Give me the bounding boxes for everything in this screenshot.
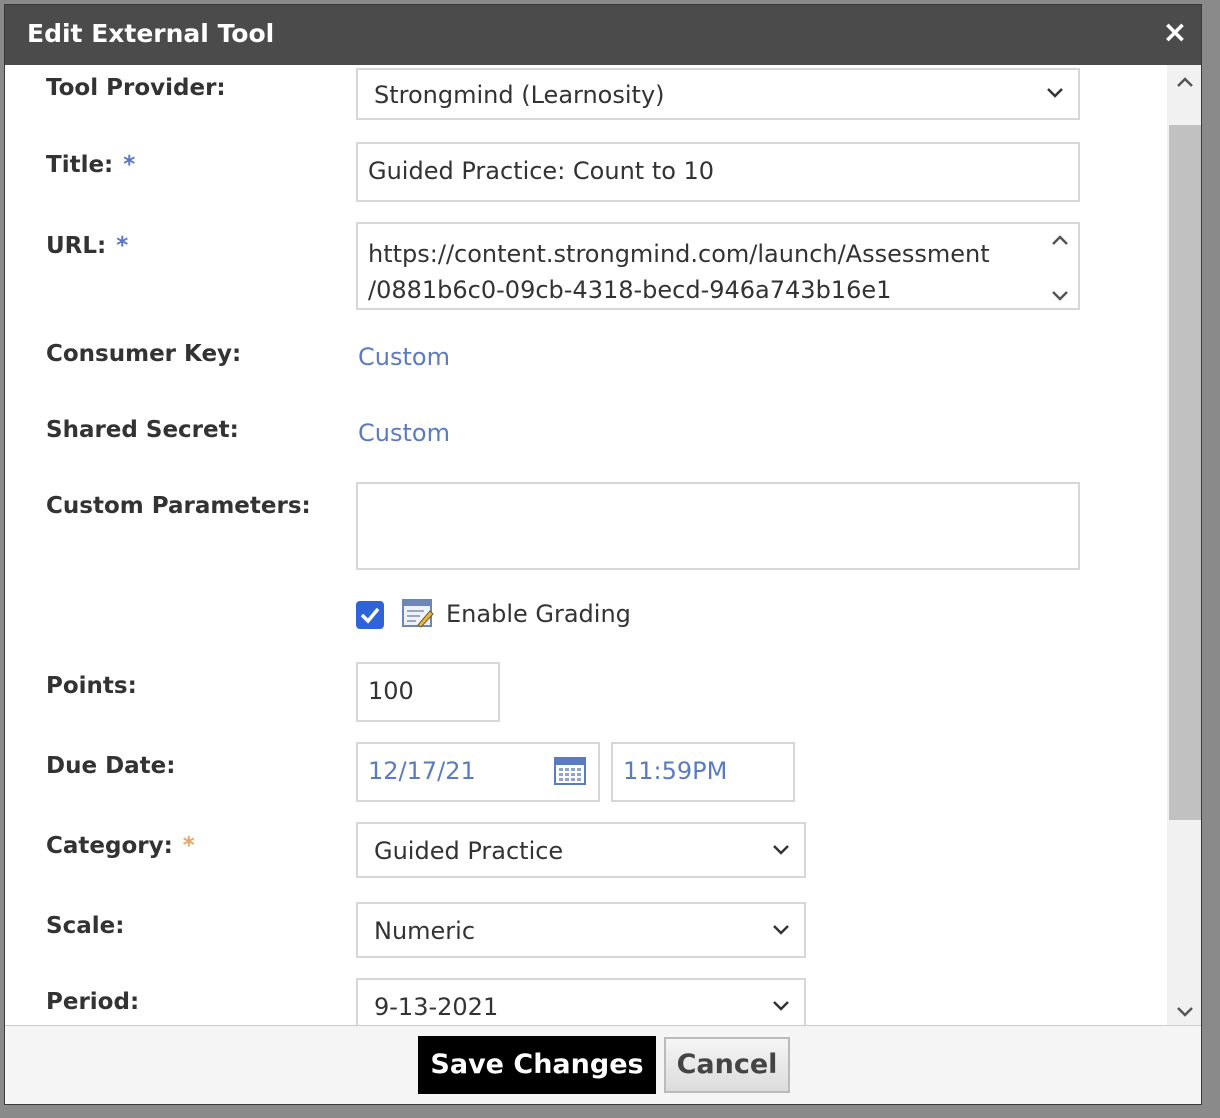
chevron-down-icon	[773, 925, 789, 935]
category-value: Guided Practice	[374, 837, 564, 865]
points-value: 100	[368, 677, 414, 705]
edit-external-tool-dialog: Edit External Tool × Tool Provider: Stro…	[4, 4, 1202, 1105]
scale-select[interactable]: Numeric	[356, 902, 806, 958]
custom-parameters-label: Custom Parameters:	[46, 493, 311, 519]
due-date-label: Due Date:	[46, 753, 176, 779]
due-time-input[interactable]: 11:59PM	[611, 742, 795, 802]
period-label: Period:	[46, 989, 140, 1015]
close-icon[interactable]: ×	[1157, 15, 1193, 51]
dialog-titlebar: Edit External Tool ×	[5, 5, 1201, 65]
enable-grading-checkbox[interactable]	[356, 601, 384, 629]
tool-provider-select[interactable]: Strongmind (Learnosity)	[356, 68, 1080, 120]
calendar-icon[interactable]	[554, 756, 586, 786]
checkmark-icon	[360, 607, 380, 624]
required-mark: *	[123, 152, 136, 178]
scale-label: Scale:	[46, 913, 125, 939]
save-changes-button[interactable]: Save Changes	[418, 1036, 656, 1094]
scroll-thumb[interactable]	[1169, 125, 1201, 820]
title-value: Guided Practice: Count to 10	[368, 157, 715, 185]
due-date-input[interactable]: 12/17/21	[356, 742, 600, 802]
category-label-text: Category:	[46, 833, 173, 859]
cancel-button[interactable]: Cancel	[664, 1037, 790, 1093]
dialog-title: Edit External Tool	[27, 19, 275, 48]
category-select[interactable]: Guided Practice	[356, 822, 806, 878]
scale-value: Numeric	[374, 917, 476, 945]
consumer-key-link[interactable]: Custom	[358, 343, 450, 371]
due-time-value: 11:59PM	[623, 757, 728, 785]
category-label: Category: *	[46, 833, 195, 859]
chevron-down-icon	[773, 1001, 789, 1011]
scroll-down-icon[interactable]	[1173, 999, 1197, 1023]
url-label: URL: *	[46, 233, 128, 259]
custom-parameters-textarea[interactable]	[356, 482, 1080, 570]
shared-secret-label: Shared Secret:	[46, 417, 239, 443]
url-label-text: URL:	[46, 233, 107, 259]
gradebook-icon	[402, 599, 434, 628]
url-textarea[interactable]: https://content.strongmind.com/launch/As…	[356, 222, 1080, 310]
period-value: 9-13-2021	[374, 993, 499, 1021]
chevron-down-icon	[773, 845, 789, 855]
title-label: Title: *	[46, 152, 135, 178]
due-date-value: 12/17/21	[368, 757, 476, 785]
content-scrollbar[interactable]	[1167, 65, 1201, 1025]
consumer-key-label: Consumer Key:	[46, 341, 242, 367]
dialog-footer: Save Changes Cancel	[5, 1025, 1201, 1104]
required-mark: *	[182, 833, 195, 859]
tool-provider-label: Tool Provider:	[46, 75, 226, 101]
points-label: Points:	[46, 673, 137, 699]
url-value: https://content.strongmind.com/launch/As…	[368, 240, 990, 304]
tool-provider-value: Strongmind (Learnosity)	[374, 81, 665, 109]
scroll-up-icon[interactable]	[1173, 71, 1197, 95]
dialog-content: Tool Provider: Strongmind (Learnosity) T…	[5, 65, 1201, 1025]
period-select[interactable]: 9-13-2021	[356, 978, 806, 1025]
shared-secret-link[interactable]: Custom	[358, 419, 450, 447]
url-textarea-scrollbar[interactable]	[1048, 228, 1072, 308]
title-input[interactable]: Guided Practice: Count to 10	[356, 142, 1080, 202]
required-mark: *	[116, 233, 129, 259]
points-input[interactable]: 100	[356, 662, 500, 722]
chevron-down-icon	[1047, 88, 1063, 98]
title-label-text: Title:	[46, 152, 114, 178]
enable-grading-label: Enable Grading	[446, 600, 631, 628]
